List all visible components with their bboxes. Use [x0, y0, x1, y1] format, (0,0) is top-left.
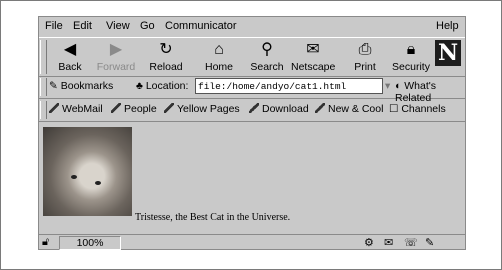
menu-view[interactable]: View	[106, 20, 130, 32]
bookmarks-button[interactable]: ✎ Bookmarks	[49, 80, 113, 92]
home-button[interactable]: ⌂ Home	[197, 39, 241, 75]
reload-button[interactable]: ↻ Reload	[144, 39, 188, 75]
download-link[interactable]: Download	[249, 103, 309, 115]
netscape-logo[interactable]: N	[435, 40, 461, 66]
location-icon: ♣	[136, 80, 143, 92]
channels-link[interactable]: ☐ Channels	[389, 103, 446, 115]
bookmark-pen-icon	[49, 103, 59, 113]
back-arrow-icon: ◀	[63, 41, 77, 58]
menu-file[interactable]: File	[45, 20, 63, 32]
netscape-icon: ✉	[306, 41, 320, 58]
channels-label: Channels	[401, 103, 446, 115]
home-label: Home	[204, 61, 233, 73]
security-status-icon[interactable]: 🔓︎	[42, 236, 49, 249]
component-bar-composer-icon[interactable]: ✎	[425, 236, 434, 249]
page-content: Tristesse, the Best Cat in the Universe.	[39, 122, 465, 234]
cat-photo	[43, 127, 132, 216]
back-label: Back	[58, 61, 82, 73]
new-cool-label: New & Cool	[328, 103, 384, 115]
reload-icon: ↻	[159, 41, 173, 58]
personal-grip[interactable]	[40, 101, 47, 119]
url-input[interactable]: file:/home/andyo/cat1.html	[195, 78, 383, 94]
bookmark-pen-icon	[315, 103, 325, 113]
menu-edit[interactable]: Edit	[73, 20, 92, 32]
bookmark-pen-icon	[249, 103, 259, 113]
component-bar-discussion-icon[interactable]: ☏	[404, 236, 418, 249]
channels-icon: ☐	[389, 103, 399, 115]
printer-icon: ⎙	[358, 41, 372, 58]
navigation-toolbar: ◀ Back ▶ Forward ↻ Reload ⌂ Home ⚲ Searc…	[39, 37, 465, 77]
location-label-text: Location:	[145, 80, 189, 92]
search-icon: ⚲	[261, 41, 273, 58]
forward-arrow-icon: ▶	[109, 41, 123, 58]
personal-toolbar: WebMail People Yellow Pages Download New…	[39, 99, 465, 122]
download-label: Download	[262, 103, 309, 115]
people-label: People	[124, 103, 157, 115]
component-bar-mail-icon[interactable]: ✉	[384, 236, 393, 249]
home-icon: ⌂	[214, 41, 224, 58]
netscape-label: Netscape	[291, 61, 336, 73]
cat-eye-left	[71, 175, 77, 179]
bookmark-icon: ✎	[49, 80, 58, 92]
netscape-button[interactable]: ✉ Netscape	[291, 39, 335, 75]
progress-indicator: 100%	[59, 236, 121, 250]
location-grip[interactable]	[40, 78, 47, 96]
new-cool-link[interactable]: New & Cool	[315, 103, 383, 115]
bookmark-pen-icon	[164, 103, 174, 113]
cat-eye-right	[95, 181, 101, 185]
bookmarks-label: Bookmarks	[60, 80, 114, 92]
component-bar-navigator-icon[interactable]: ⚙	[364, 236, 374, 249]
webmail-link[interactable]: WebMail	[49, 103, 103, 115]
reload-label: Reload	[149, 61, 183, 73]
yellow-pages-label: Yellow Pages	[177, 103, 240, 115]
bookmark-pen-icon	[111, 103, 121, 113]
menu-communicator[interactable]: Communicator	[165, 20, 237, 32]
whats-related-icon: ◐	[395, 80, 402, 92]
location-label: ♣ Location:	[136, 80, 188, 92]
search-button[interactable]: ⚲ Search	[245, 39, 289, 75]
webmail-label: WebMail	[62, 103, 103, 115]
back-button[interactable]: ◀ Back	[48, 39, 92, 75]
yellow-pages-link[interactable]: Yellow Pages	[164, 103, 240, 115]
toolbar-grip[interactable]	[40, 40, 47, 74]
menu-bar: File Edit View Go Communicator Help	[39, 17, 465, 35]
cat-caption: Tristesse, the Best Cat in the Universe.	[135, 212, 291, 223]
search-label: Search	[250, 61, 284, 73]
url-dropdown-icon[interactable]: ▾	[385, 80, 390, 92]
print-button[interactable]: ⎙ Print	[343, 39, 387, 75]
security-button[interactable]: 🔒︎ Security	[389, 39, 433, 75]
people-link[interactable]: People	[111, 103, 157, 115]
location-toolbar: ✎ Bookmarks ♣ Location: file:/home/andyo…	[39, 76, 465, 104]
forward-button[interactable]: ▶ Forward	[94, 39, 138, 75]
lock-icon: 🔒︎	[406, 41, 416, 58]
print-label: Print	[354, 61, 376, 73]
menu-go[interactable]: Go	[140, 20, 155, 32]
status-bar: 🔓︎ 100% ⚙ ✉ ☏ ✎	[39, 234, 465, 250]
forward-label: Forward	[96, 61, 136, 73]
security-label: Security	[392, 61, 430, 73]
browser-window: File Edit View Go Communicator Help ◀ Ba…	[38, 16, 466, 250]
menu-help[interactable]: Help	[436, 20, 459, 32]
